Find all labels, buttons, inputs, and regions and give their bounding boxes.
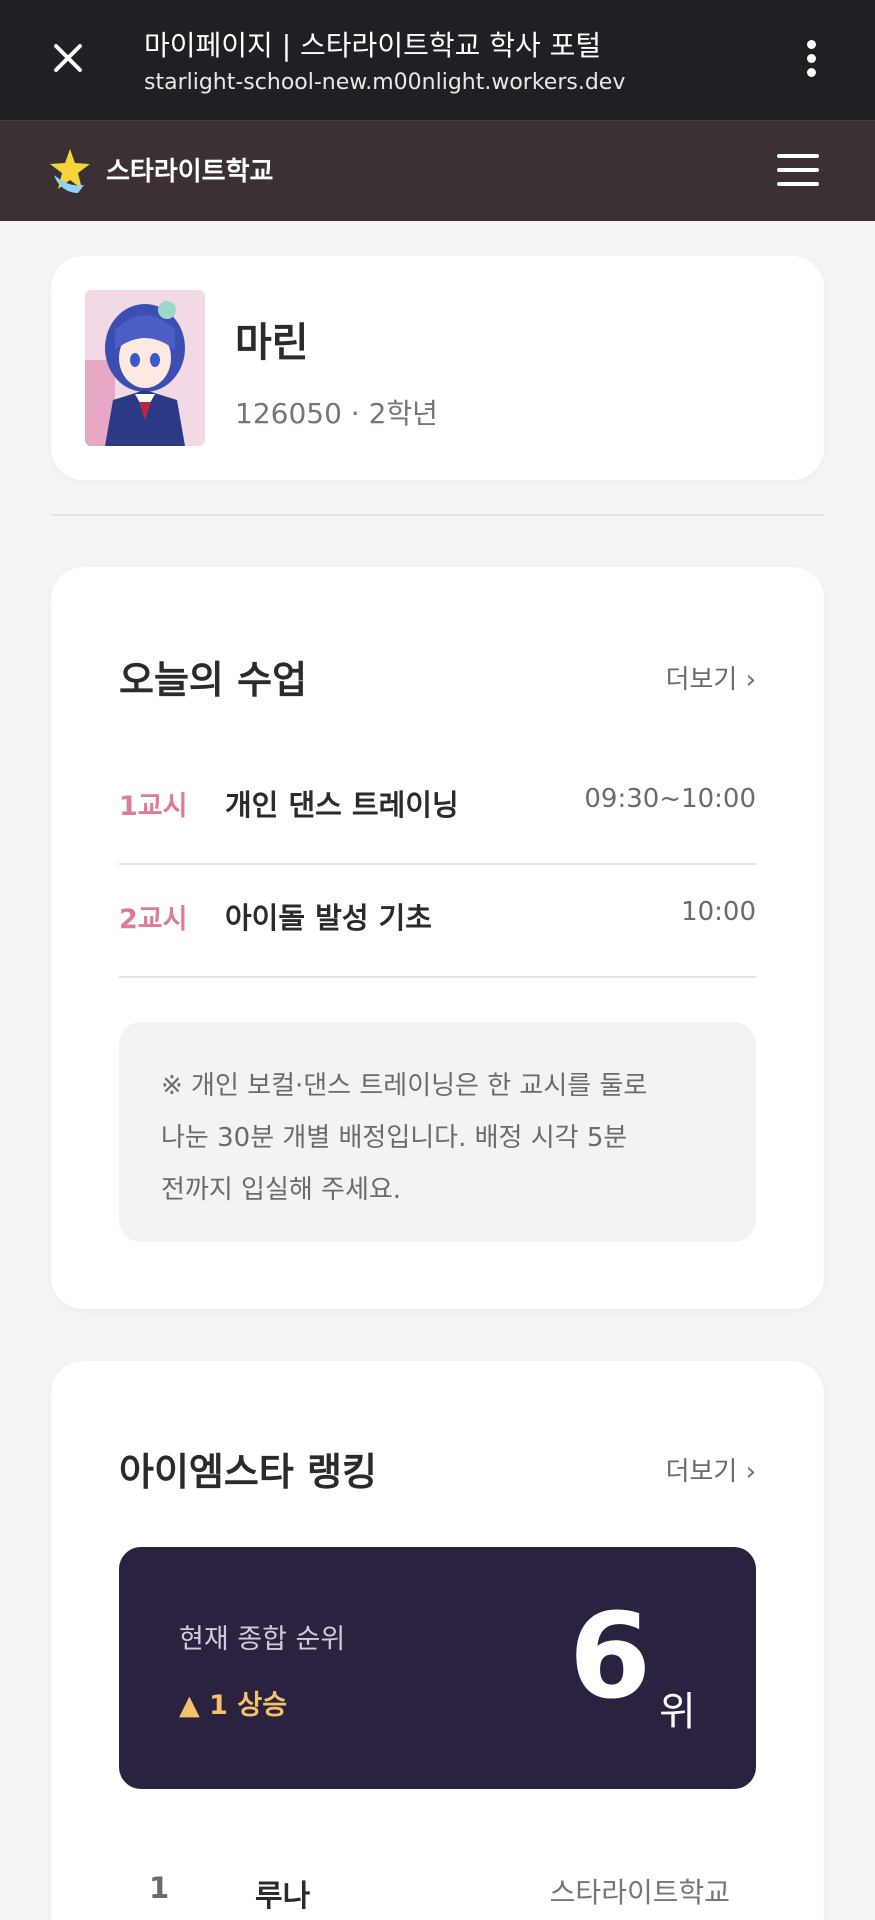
brand-name[interactable]: 스타라이트학교 bbox=[106, 151, 273, 188]
class-time: 09:30~10:00 bbox=[584, 784, 756, 814]
classes-title: 오늘의 수업 bbox=[119, 658, 308, 702]
hamburger-menu-icon[interactable] bbox=[777, 154, 819, 186]
class-period: 1교시 bbox=[119, 791, 188, 822]
rank-change-badge: ▲ 1 상승 bbox=[179, 1690, 288, 1721]
more-vert-icon[interactable] bbox=[805, 40, 817, 80]
rank-unit: 위 bbox=[659, 1689, 696, 1735]
ranking-card: 아이엠스타 랭킹 더보기 › 현재 종합 순위 ▲ 1 상승 6 위 1 루나 … bbox=[51, 1361, 824, 1920]
rank-number: 6 bbox=[569, 1587, 652, 1725]
rank-label: 현재 종합 순위 bbox=[179, 1624, 346, 1655]
star-logo-icon[interactable] bbox=[48, 145, 92, 197]
class-name: 아이돌 발성 기초 bbox=[225, 901, 432, 935]
class-row[interactable]: 1교시 개인 댄스 트레이닝 09:30~10:00 bbox=[119, 752, 756, 865]
profile-meta: 126050 · 2학년 bbox=[235, 397, 438, 430]
class-period: 2교시 bbox=[119, 904, 188, 935]
ranking-school: 스타라이트학교 bbox=[549, 1876, 730, 1909]
ranking-more-link[interactable]: 더보기 › bbox=[666, 1451, 756, 1488]
class-name: 개인 댄스 트레이닝 bbox=[225, 788, 459, 822]
notice-line: ※ 개인 보컬·댄스 트레이닝은 한 교시를 둘로 bbox=[161, 1071, 648, 1101]
close-icon[interactable] bbox=[48, 38, 88, 78]
ranking-name: 루나 bbox=[255, 1879, 311, 1914]
classes-more-link[interactable]: 더보기 › bbox=[666, 659, 756, 696]
class-time: 10:00 bbox=[681, 897, 756, 927]
notice-line: 전까지 입실해 주세요. bbox=[161, 1175, 402, 1205]
profile-name: 마린 bbox=[235, 320, 309, 366]
class-row[interactable]: 2교시 아이돌 발성 기초 10:00 bbox=[119, 865, 756, 978]
avatar bbox=[85, 290, 205, 446]
browser-title: 마이페이지 | 스타라이트학교 학사 포털 bbox=[144, 29, 602, 62]
today-classes-card: 오늘의 수업 더보기 › 1교시 개인 댄스 트레이닝 09:30~10:00 … bbox=[51, 567, 824, 1309]
section-divider bbox=[51, 514, 824, 516]
current-rank-box: 현재 종합 순위 ▲ 1 상승 6 위 bbox=[119, 1547, 756, 1789]
site-header: 스타라이트학교 bbox=[0, 120, 875, 221]
ranking-position: 1 bbox=[149, 1871, 170, 1905]
browser-url[interactable]: starlight-school-new.m00nlight.workers.d… bbox=[144, 70, 625, 95]
profile-card: 마린 126050 · 2학년 bbox=[51, 256, 824, 480]
browser-bar: 마이페이지 | 스타라이트학교 학사 포털 starlight-school-n… bbox=[0, 0, 875, 120]
notice-line: 나눈 30분 개별 배정입니다. 배정 시각 5분 bbox=[161, 1123, 628, 1153]
ranking-list-item[interactable]: 1 루나 스타라이트학교 bbox=[119, 1871, 756, 1920]
class-notice: ※ 개인 보컬·댄스 트레이닝은 한 교시를 둘로 나눈 30분 개별 배정입니… bbox=[119, 1022, 756, 1242]
ranking-title: 아이엠스타 랭킹 bbox=[119, 1450, 377, 1494]
